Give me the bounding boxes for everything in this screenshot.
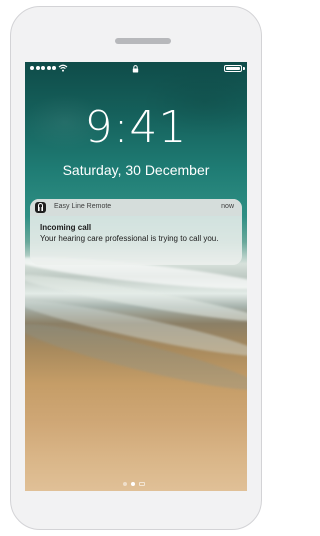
notification-header: Easy Line Remote now [30,199,242,216]
speaker-grille [115,38,171,44]
camera-icon [139,482,145,486]
notification-card[interactable]: Easy Line Remote now Incoming call Your … [30,199,242,265]
page-indicator [123,482,145,486]
notification-body: Your hearing care professional is trying… [40,234,219,243]
battery-icon [224,65,242,72]
easy-line-remote-app-icon [35,202,46,213]
battery-tip [243,67,245,70]
phone-frame: 9:41 Saturday, 30 December Easy Line Rem… [10,6,262,530]
lock-screen-time: 9:41 [84,102,188,153]
page-dot-active [131,482,135,486]
lock-icon [132,65,139,73]
lock-screen: 9:41 Saturday, 30 December Easy Line Rem… [25,62,247,491]
page-dot [123,482,127,486]
notification-title: Incoming call [40,223,92,232]
notification-time: now [221,203,234,210]
lock-screen-date: Saturday, 30 December [62,162,210,178]
status-bar [25,62,247,76]
signal-dots-icon [30,66,56,70]
notification-app-name: Easy Line Remote [54,203,112,210]
wifi-icon [58,64,68,72]
